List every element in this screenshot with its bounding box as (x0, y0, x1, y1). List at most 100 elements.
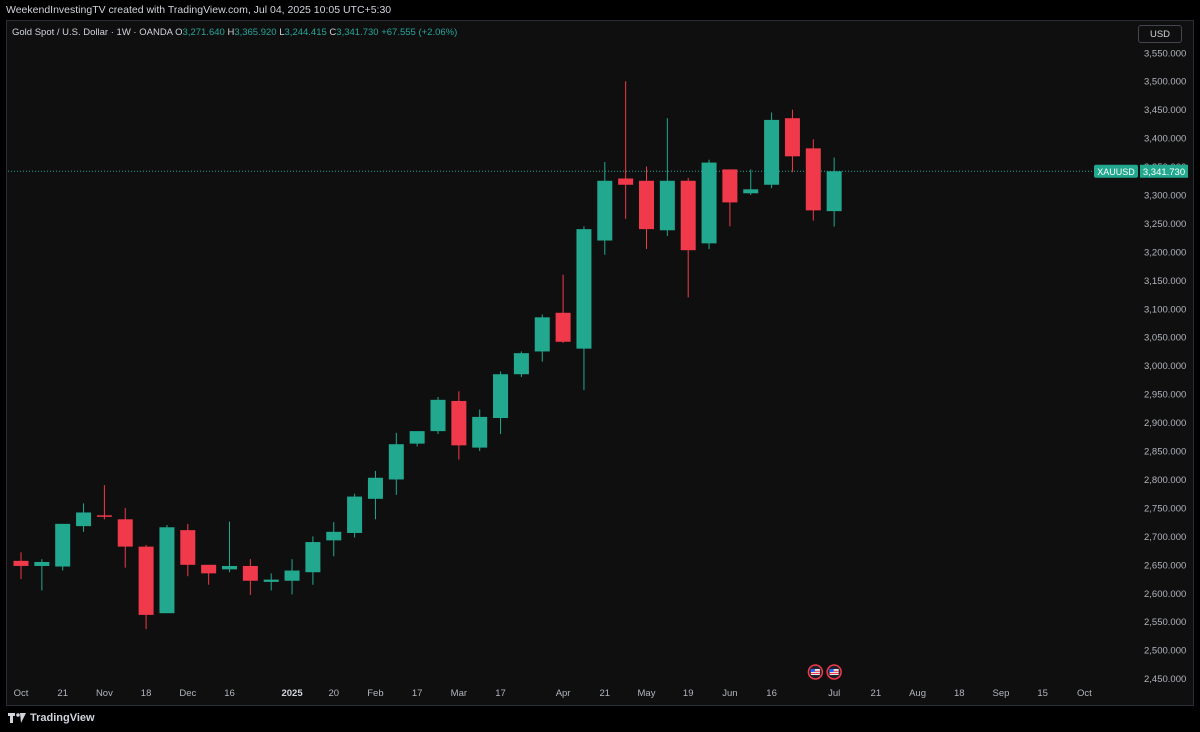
candle (201, 564, 217, 585)
candle (222, 521, 237, 573)
y-tick-label: 3,150.000 (1144, 276, 1186, 287)
candle-body (409, 431, 425, 444)
candle-body (493, 374, 509, 419)
candle-body (222, 565, 237, 570)
price-label-symbol: XAUUSD (1097, 167, 1135, 177)
candle (180, 523, 196, 577)
candle (117, 507, 133, 568)
y-tick-label: 3,050.000 (1144, 333, 1186, 344)
candle-body (347, 496, 363, 533)
candle (659, 118, 675, 236)
x-tick-label: 17 (412, 688, 423, 699)
candle (513, 351, 529, 378)
candle (576, 226, 592, 391)
close-value: 3,341.730 (336, 27, 379, 38)
x-tick-label: 19 (683, 688, 694, 699)
candle (430, 396, 446, 434)
x-tick-label: Mar (451, 688, 467, 699)
y-tick-label: 2,850.000 (1144, 447, 1186, 458)
x-tick-label: 18 (141, 688, 152, 699)
time-axis[interactable]: Oct 21 Nov 18 Dec 16 2025 20 Feb 17 Mar 17 Apr 21 May 1… (14, 688, 1092, 699)
open-label: O (175, 27, 183, 38)
candle (305, 536, 321, 585)
x-tick-label: 16 (766, 688, 777, 699)
symbol-description[interactable]: Gold Spot / U.S. Dollar · 1W · OANDA (12, 27, 173, 38)
candle-body (451, 400, 467, 446)
y-tick-label: 2,900.000 (1144, 418, 1186, 429)
x-tick-label: Apr (556, 688, 571, 699)
x-tick-label: 16 (224, 688, 235, 699)
candle (242, 559, 258, 595)
high-value: 3,365.920 (234, 27, 277, 38)
y-tick-label: 2,650.000 (1144, 560, 1186, 571)
x-tick-label: 15 (1037, 688, 1048, 699)
candlestick-chart[interactable]: 2,450.000 2,500.000 2,550.000 2,600.000 2,65… (0, 0, 1200, 732)
candle-body (784, 118, 800, 157)
candle (34, 559, 50, 591)
candle (826, 157, 842, 227)
tradingview-logo-icon (8, 713, 26, 723)
ohlc-legend: Gold Spot / U.S. Dollar · 1W · OANDA O 3,… (12, 27, 457, 38)
price-axis[interactable]: 2,450.000 2,500.000 2,550.000 2,600.000 2,65… (1144, 48, 1186, 685)
candle-body (159, 527, 175, 614)
currency-button[interactable]: USD (1138, 25, 1182, 43)
candle-body (201, 564, 217, 574)
candle (555, 274, 571, 343)
candle (76, 503, 92, 532)
x-tick-label: 21 (57, 688, 68, 699)
candle-body (639, 180, 654, 230)
candle-body (576, 229, 592, 349)
candle-body (618, 178, 634, 185)
candle-body (284, 570, 300, 581)
candle (743, 169, 759, 195)
y-tick-label: 3,100.000 (1144, 304, 1186, 315)
candle-body (242, 565, 258, 581)
last-price-label: XAUUSD 3,341.730 (1094, 164, 1188, 178)
x-tick-label: 21 (600, 688, 611, 699)
candle (347, 493, 363, 538)
candle (138, 544, 154, 630)
x-tick-label: Sep (992, 688, 1009, 699)
candle-body (305, 542, 321, 573)
y-tick-label: 3,550.000 (1144, 48, 1186, 59)
footer-brand-text: TradingView (30, 712, 95, 724)
candle-body (513, 353, 529, 375)
candle (96, 485, 112, 520)
us-flag-icon[interactable] (826, 664, 842, 680)
candle-body (180, 530, 196, 565)
economic-events (807, 664, 842, 680)
candle (680, 177, 696, 298)
y-tick-label: 3,000.000 (1144, 361, 1186, 372)
y-tick-label: 3,200.000 (1144, 247, 1186, 258)
candle-body (472, 416, 488, 448)
candle (326, 522, 342, 557)
y-tick-label: 3,500.000 (1144, 77, 1186, 88)
footer-brand[interactable]: TradingView (8, 712, 95, 724)
candle (367, 470, 383, 520)
candle-body (764, 119, 780, 185)
y-tick-label: 3,400.000 (1144, 134, 1186, 145)
candle (388, 432, 404, 495)
candle (159, 525, 175, 614)
x-tick-label: Feb (367, 688, 383, 699)
candle-body (76, 512, 92, 527)
candle (13, 552, 29, 580)
x-tick-label: 20 (328, 688, 339, 699)
candle (784, 109, 800, 173)
candle (597, 162, 613, 255)
candle-body (263, 579, 279, 582)
candle (493, 371, 509, 434)
y-tick-label: 2,750.000 (1144, 503, 1186, 514)
candle-body (659, 180, 675, 231)
x-tick-label: 18 (954, 688, 965, 699)
y-tick-label: 2,700.000 (1144, 532, 1186, 543)
y-tick-label: 2,500.000 (1144, 646, 1186, 657)
candle-body (388, 444, 404, 480)
us-flag-icon[interactable] (807, 664, 824, 680)
candle (284, 559, 300, 595)
x-tick-label: Jun (722, 688, 737, 699)
candle (701, 159, 717, 250)
candle-body (326, 531, 342, 541)
x-tick-label: Nov (96, 688, 113, 699)
candle (534, 314, 550, 362)
